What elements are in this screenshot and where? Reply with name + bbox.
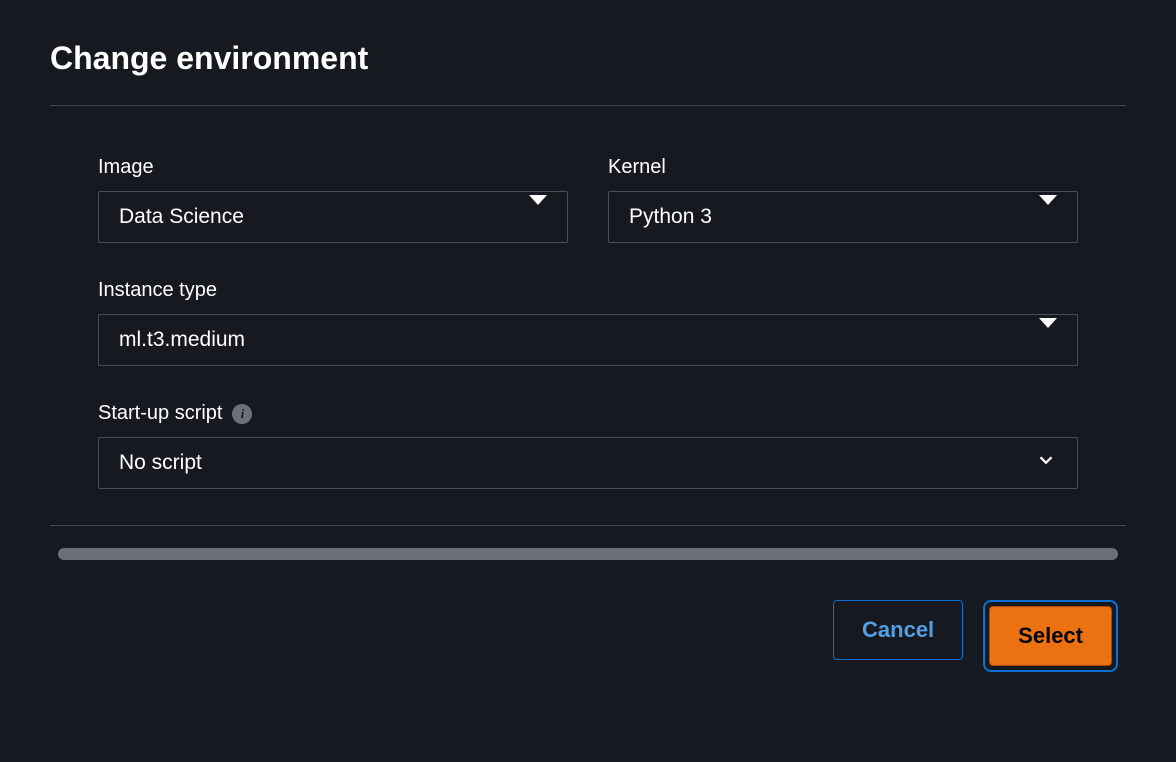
header-divider: [50, 105, 1126, 106]
select-instance-type-value: ml.t3.medium: [119, 328, 245, 352]
select-instance-type[interactable]: ml.t3.medium: [98, 314, 1078, 366]
chevron-down-icon: [1035, 449, 1057, 477]
field-instance-type: Instance type ml.t3.medium: [98, 279, 1078, 366]
form-area: Image Data Science Kernel Python 3: [50, 156, 1126, 489]
label-image: Image: [98, 156, 568, 179]
info-icon[interactable]: i: [232, 404, 252, 424]
change-environment-modal: Change environment Image Data Science Ke…: [0, 0, 1176, 762]
select-button-focus-ring: Select: [983, 600, 1118, 672]
horizontal-scrollbar[interactable]: [58, 548, 1118, 560]
chevron-down-icon: [1039, 328, 1057, 352]
select-kernel[interactable]: Python 3: [608, 191, 1078, 243]
field-startup-script: Start-up script i No script: [98, 402, 1078, 489]
select-button[interactable]: Select: [989, 606, 1112, 666]
chevron-down-icon: [529, 205, 547, 229]
select-startup-script[interactable]: No script: [98, 437, 1078, 489]
label-instance-type: Instance type: [98, 279, 1078, 302]
button-row: Cancel Select: [50, 600, 1126, 672]
label-startup-script: Start-up script i: [98, 402, 1078, 425]
field-image: Image Data Science: [98, 156, 568, 243]
field-kernel: Kernel Python 3: [608, 156, 1078, 243]
select-image-value: Data Science: [119, 205, 244, 229]
label-kernel: Kernel: [608, 156, 1078, 179]
label-startup-script-text: Start-up script: [98, 402, 222, 425]
row-instance-type: Instance type ml.t3.medium: [98, 279, 1078, 366]
footer-divider: [50, 525, 1126, 526]
select-image[interactable]: Data Science: [98, 191, 568, 243]
row-image-kernel: Image Data Science Kernel Python 3: [98, 156, 1078, 243]
cancel-button[interactable]: Cancel: [833, 600, 963, 660]
select-startup-script-value: No script: [119, 451, 202, 475]
chevron-down-icon: [1039, 205, 1057, 229]
row-startup-script: Start-up script i No script: [98, 402, 1078, 489]
select-kernel-value: Python 3: [629, 205, 712, 229]
modal-title: Change environment: [50, 40, 1126, 77]
